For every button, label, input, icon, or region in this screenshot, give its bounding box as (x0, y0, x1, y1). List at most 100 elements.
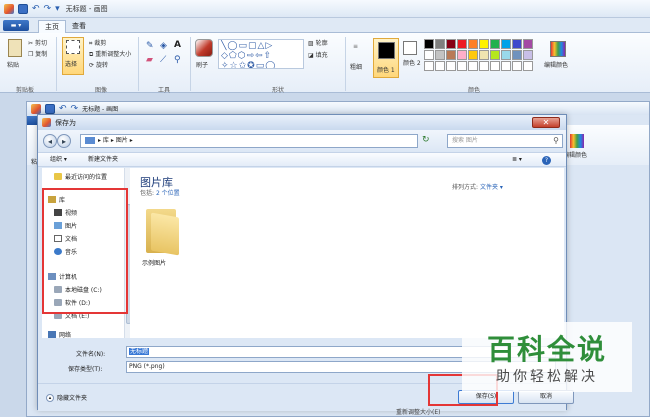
edit-colors-icon[interactable] (550, 41, 566, 57)
palette-swatch[interactable] (523, 50, 533, 60)
folder-label[interactable]: 示例图片 (142, 258, 166, 267)
palette-swatch[interactable] (523, 39, 533, 49)
file-menu-button[interactable]: ▬ ▾ (3, 20, 29, 31)
ribbon: 粘贴 ✂ 剪切 ❐ 复制 剪贴板 选择 ⌗ 裁剪 ⧉ 重新调整大小 ⟳ 旋转 图… (0, 33, 650, 94)
size-button[interactable]: 粗细 (350, 62, 362, 71)
palette-swatch[interactable] (424, 61, 434, 71)
palette-swatch[interactable] (512, 61, 522, 71)
edit-colors-icon[interactable] (570, 134, 584, 148)
pencil-icon[interactable]: ✎ (146, 41, 154, 51)
nav-item-recent[interactable]: 最近访问的位置 (54, 172, 107, 181)
ribbon-tabs: ▬ ▾ 主页 查看 (0, 18, 650, 33)
palette-swatch[interactable] (501, 39, 511, 49)
redo-icon[interactable]: ↷ (71, 104, 79, 114)
palette-swatch[interactable] (490, 61, 500, 71)
color-picker-icon[interactable]: ⟋ (160, 55, 166, 65)
size-lines-icon[interactable]: ≡ (353, 43, 358, 50)
palette-swatch[interactable] (501, 50, 511, 60)
filetype-label: 保存类型(T): (68, 366, 103, 373)
palette-swatch[interactable] (446, 39, 456, 49)
save-icon[interactable] (45, 103, 55, 114)
breadcrumb-pictures[interactable]: 图片 (116, 137, 128, 144)
undo-icon[interactable]: ↶ (32, 4, 40, 14)
color1-swatch (378, 42, 395, 59)
breadcrumb-libraries[interactable]: 库 (103, 137, 109, 144)
palette-swatch[interactable] (468, 50, 478, 60)
shapes-gallery[interactable]: ╲◯▭▢△▷ ◇⬠⬡⇨⇦⇧ ✧☆✩✪▭◯ (218, 39, 304, 69)
palette-swatch[interactable] (446, 50, 456, 60)
new-folder-button[interactable]: 新建文件夹 (88, 155, 118, 165)
paint-app-icon (42, 118, 51, 127)
palette-swatch[interactable] (512, 50, 522, 60)
search-icon[interactable]: ⚲ (553, 135, 559, 147)
palette-swatch[interactable] (457, 39, 467, 49)
secondary-window-title: 无标题 - 画图 (82, 106, 119, 113)
tab-home[interactable]: 主页 (38, 20, 66, 33)
paint-app-icon[interactable] (4, 3, 14, 14)
palette-swatch[interactable] (446, 61, 456, 71)
undo-icon[interactable]: ↶ (59, 104, 67, 114)
address-bar[interactable]: ▸ 库 ▸ 图片 ▸ (80, 134, 418, 148)
palette-swatch[interactable] (512, 39, 522, 49)
color-palette[interactable] (424, 39, 533, 71)
paste-button[interactable]: 粘贴 (7, 60, 19, 69)
palette-swatch[interactable] (457, 50, 467, 60)
brushes-button[interactable]: 刷子 (196, 60, 208, 69)
close-button[interactable]: ✕ (532, 117, 560, 128)
palette-swatch[interactable] (424, 39, 434, 49)
back-arrow-icon[interactable]: ◂ (43, 134, 57, 148)
redo-icon[interactable]: ↷ (44, 4, 52, 14)
annotation-highlight-nav (42, 188, 128, 314)
color2-button[interactable] (403, 41, 417, 55)
select-icon (66, 40, 80, 54)
crop-button[interactable]: ⌗ 裁剪 (89, 38, 106, 48)
copy-button[interactable]: ❐ 复制 (28, 49, 47, 58)
arrange-by-dropdown[interactable]: 文件夹 ▾ (480, 184, 503, 191)
cut-button[interactable]: ✂ 剪切 (28, 38, 47, 47)
customize-toolbar-icon[interactable]: ▾ (55, 4, 60, 14)
palette-swatch[interactable] (468, 61, 478, 71)
cancel-button[interactable]: 取消 (518, 390, 574, 404)
palette-swatch[interactable] (523, 61, 533, 71)
palette-swatch[interactable] (457, 61, 467, 71)
fill-button[interactable]: ◪ 填充 (308, 50, 328, 59)
divider (345, 37, 346, 91)
organize-button[interactable]: 组织 ▾ (50, 155, 67, 165)
resize-label-partial[interactable]: 重新调整大小(E) (396, 407, 440, 416)
file-list: 图片库 包括: 2 个位置 排列方式: 文件夹 ▾ 示例图片 (130, 168, 564, 338)
paste-icon[interactable] (8, 39, 22, 57)
palette-swatch[interactable] (435, 39, 445, 49)
palette-swatch[interactable] (424, 50, 434, 60)
outline-button[interactable]: ▨ 轮廓 (308, 38, 328, 47)
palette-swatch[interactable] (435, 61, 445, 71)
palette-swatch[interactable] (490, 50, 500, 60)
palette-swatch[interactable] (479, 39, 489, 49)
views-button[interactable]: ≣ ▾ (512, 155, 522, 165)
text-icon[interactable]: A (174, 40, 181, 50)
folder-icon[interactable] (146, 205, 182, 256)
palette-swatch[interactable] (490, 39, 500, 49)
eraser-icon[interactable]: ▰ (146, 55, 153, 65)
edit-colors-button[interactable]: 编辑颜色 (544, 60, 568, 69)
refresh-icon[interactable]: ↻ (422, 135, 430, 145)
palette-swatch[interactable] (468, 39, 478, 49)
locations-link[interactable]: 2 个位置 (156, 190, 180, 197)
resize-button[interactable]: ⧉ 重新调整大小 (89, 49, 131, 59)
palette-swatch[interactable] (501, 61, 511, 71)
save-icon[interactable] (18, 3, 28, 14)
fill-icon[interactable]: ◈ (160, 41, 167, 51)
help-icon[interactable]: ? (542, 156, 551, 165)
forward-arrow-icon[interactable]: ▸ (57, 134, 71, 148)
library-includes: 包括: 2 个位置 (140, 190, 180, 197)
brushes-icon[interactable] (195, 39, 213, 57)
hide-folders-toggle[interactable]: ▴ 隐藏文件夹 (46, 393, 87, 402)
rotate-button[interactable]: ⟳ 旋转 (89, 60, 108, 69)
palette-swatch[interactable] (435, 50, 445, 60)
search-input[interactable]: 搜索 图片 ⚲ (447, 134, 563, 148)
tab-view[interactable]: 查看 (66, 20, 92, 33)
palette-swatch[interactable] (479, 61, 489, 71)
magnifier-icon[interactable]: ⚲ (174, 55, 181, 65)
dialog-title: 保存为 (55, 118, 76, 127)
divider (190, 37, 191, 91)
palette-swatch[interactable] (479, 50, 489, 60)
